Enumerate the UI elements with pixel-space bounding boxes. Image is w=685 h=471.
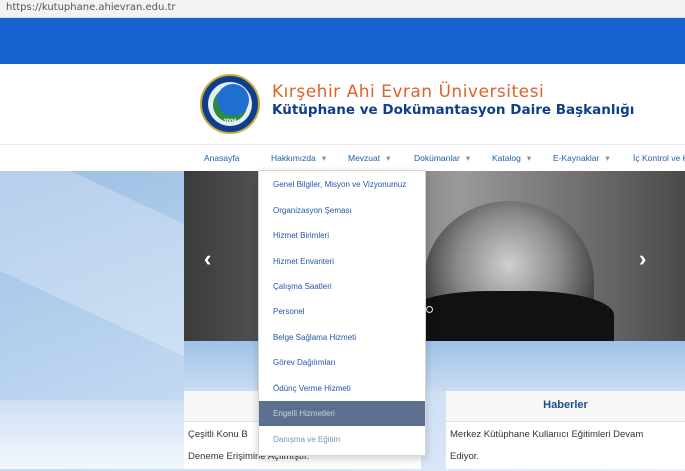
left-background-strip xyxy=(0,400,184,469)
nav-katalog-label: Katalog xyxy=(492,153,521,163)
nav-anasayfa-label: Anasayfa xyxy=(204,153,240,163)
portrait-collar xyxy=(404,291,614,341)
dropdown-item-label: Çalışma Saatleri xyxy=(273,282,332,291)
nav-anasayfa[interactable]: Anasayfa xyxy=(204,153,239,163)
news-card-title[interactable]: Haberler xyxy=(446,399,685,411)
news-card-header: Haberler xyxy=(446,391,685,422)
dropdown-item-genel-bilgiler[interactable]: Genel Bilgiler, Misyon ve Vizyonumuz xyxy=(259,172,425,197)
chevron-down-icon: ▾ xyxy=(386,153,391,163)
dropdown-item-organizasyon[interactable]: Organizasyon Şeması xyxy=(259,198,425,223)
url-text: https://kutuphane.ahievran.edu.tr xyxy=(6,2,176,13)
logo-year: 2006 xyxy=(223,119,237,125)
dropdown-item-label: Belge Sağlama Hizmeti xyxy=(273,333,357,342)
chevron-down-icon: ▾ xyxy=(321,153,327,163)
chevron-down-icon: ▾ xyxy=(605,153,610,163)
slider-indicator-dot[interactable] xyxy=(426,306,433,313)
nav-e-kaynaklar[interactable]: E-Kaynaklar ▾ xyxy=(553,153,610,164)
dropdown-item-label: Engelli Hizmetleri xyxy=(273,409,335,418)
dropdown-item-label: Genel Bilgiler, Misyon ve Vizyonumuz xyxy=(273,180,407,189)
department-title[interactable]: Kütüphane ve Dokümantasyon Daire Başkanl… xyxy=(272,102,634,118)
nav-hakkimizda-label: Hakkımızda xyxy=(271,153,316,163)
slider-next-arrow-icon[interactable]: › xyxy=(639,246,646,272)
nav-mevzuat[interactable]: Mevzuat ▾ xyxy=(348,153,390,164)
dropdown-item-danisma-egitim[interactable]: Danışma ve Eğitim xyxy=(259,427,425,452)
chevron-down-icon: ▾ xyxy=(526,153,532,163)
chevron-down-icon: ▾ xyxy=(465,153,471,163)
main-navbar: Anasayfa Hakkımızda ▾ Mevzuat ▾ Dokümanlar… xyxy=(0,144,685,172)
dropdown-item-hizmet-birimleri[interactable]: Hizmet Birimleri xyxy=(259,223,425,248)
nav-katalog[interactable]: Katalog ▾ xyxy=(492,153,531,164)
nav-hakkimizda[interactable]: Hakkımızda ▾ xyxy=(271,153,326,164)
announcement-line-2-head: Deneme Erişim xyxy=(188,451,253,462)
news-card: Haberler Merkez Kütüphane Kullanıcı Eğit… xyxy=(446,391,685,469)
dropdown-item-belge-saglama[interactable]: Belge Sağlama Hizmeti xyxy=(259,325,425,350)
dropdown-item-label: Hizmet Envanteri xyxy=(273,257,334,266)
university-title[interactable]: Kırşehir Ahi Evran Üniversitesi xyxy=(272,82,544,102)
dropdown-item-personel[interactable]: Personel xyxy=(259,299,425,324)
logo-blue-crescent xyxy=(217,84,249,116)
nav-ic-kontrol[interactable]: İç Kontrol ve K xyxy=(633,153,685,163)
university-logo[interactable]: 2006 xyxy=(200,74,260,134)
nav-ic-kontrol-label: İç Kontrol ve K xyxy=(633,153,685,163)
dropdown-item-hizmet-envanteri[interactable]: Hizmet Envanteri xyxy=(259,249,425,274)
dropdown-item-odunc-verme[interactable]: Ödünç Verme Hizmeti xyxy=(259,376,425,401)
news-line-2[interactable]: Ediyor. xyxy=(450,451,479,462)
nav-dokumanlar[interactable]: Dokümanlar ▾ xyxy=(414,153,470,164)
dropdown-item-engelli-hizmetleri[interactable]: Engelli Hizmetleri xyxy=(259,401,425,426)
announcement-line-1[interactable]: Çeşitli Konu B xyxy=(188,429,248,440)
news-line-1[interactable]: Merkez Kütüphane Kullanıcı Eğitimleri De… xyxy=(450,429,643,440)
dropdown-item-label: Ödünç Verme Hizmeti xyxy=(273,384,351,393)
dropdown-item-label: Danışma ve Eğitim xyxy=(273,435,341,444)
dropdown-item-calisma-saatleri[interactable]: Çalışma Saatleri xyxy=(259,274,425,299)
hakkimizda-dropdown-menu: Genel Bilgiler, Misyon ve Vizyonumuz Org… xyxy=(258,170,426,456)
dropdown-item-label: Görev Dağılımları xyxy=(273,358,336,367)
dropdown-item-label: Organizasyon Şeması xyxy=(273,206,352,215)
dropdown-item-label: Personel xyxy=(273,307,305,316)
nav-mevzuat-label: Mevzuat xyxy=(348,153,381,163)
browser-url-bar[interactable]: https://kutuphane.ahievran.edu.tr xyxy=(0,0,685,18)
nav-dokumanlar-label: Dokümanlar xyxy=(414,153,460,163)
slider-prev-arrow-icon[interactable]: ‹ xyxy=(204,246,211,272)
nav-e-kaynaklar-label: E-Kaynaklar xyxy=(553,153,600,163)
dropdown-item-gorev-dagilimlari[interactable]: Görev Dağılımları xyxy=(259,350,425,375)
top-blue-bar xyxy=(0,18,685,64)
dropdown-item-label: Hizmet Birimleri xyxy=(273,231,329,240)
